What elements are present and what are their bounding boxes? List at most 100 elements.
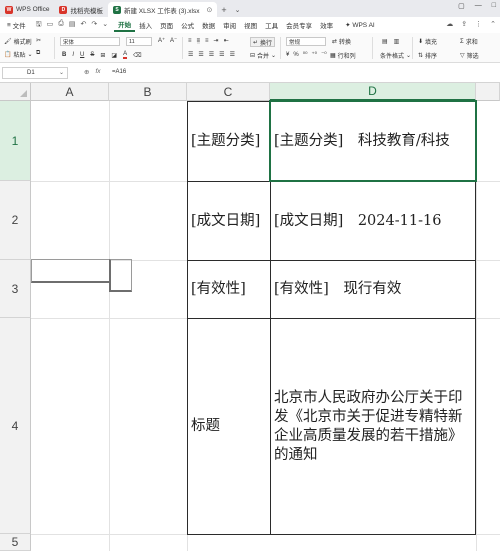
- cell-c2[interactable]: [成文日期]: [187, 181, 271, 261]
- conditional-format-button[interactable]: 条件格式 ⌄: [380, 51, 411, 60]
- chevron-down-icon[interactable]: ⌄: [59, 69, 64, 76]
- restore-icon[interactable]: ▢: [458, 2, 465, 10]
- rows-cols-button[interactable]: ▦ 行和列: [330, 51, 356, 60]
- menu-tools[interactable]: 工具: [261, 18, 282, 32]
- collapse-ribbon-icon[interactable]: ⌃: [490, 20, 496, 28]
- redo-icon[interactable]: ↷: [91, 20, 97, 31]
- increase-decimal-icon[interactable]: ⁺⁰: [312, 51, 318, 58]
- undo-icon[interactable]: ↶: [80, 20, 86, 31]
- indent-icon[interactable]: ⇥: [214, 37, 219, 44]
- align-center-icon[interactable]: ☰: [198, 51, 203, 58]
- filter-button[interactable]: ▽ 筛选: [460, 51, 479, 60]
- menu-formula[interactable]: 公式: [177, 18, 198, 32]
- menu-page[interactable]: 页面: [156, 18, 177, 32]
- menu-view[interactable]: 视图: [240, 18, 261, 32]
- font-name-select[interactable]: 宋体: [60, 37, 120, 46]
- column-header-c[interactable]: C: [187, 83, 270, 101]
- row-header-5[interactable]: 5: [0, 534, 31, 551]
- thousands-icon[interactable]: ⁰⁰: [303, 51, 308, 58]
- align-bottom-icon[interactable]: ≡: [205, 38, 209, 44]
- fx-icon[interactable]: fx: [95, 68, 100, 76]
- menu-insert[interactable]: 插入: [135, 18, 156, 32]
- sort-button[interactable]: ⇅ 排序: [418, 51, 437, 60]
- new-tab-icon[interactable]: +: [217, 2, 230, 17]
- wps-ai-button[interactable]: ✦ WPS AI: [341, 18, 379, 32]
- paste-button[interactable]: 📋 粘贴 ⌄: [4, 50, 33, 59]
- minimize-icon[interactable]: —: [475, 2, 482, 10]
- cut-icon[interactable]: ✂: [36, 37, 41, 44]
- fill-button[interactable]: ⬇ 填充: [418, 37, 437, 46]
- zoom-icon[interactable]: ⊕: [84, 68, 89, 76]
- close-tab-icon[interactable]: ⊙: [206, 6, 212, 14]
- column-header-e[interactable]: [476, 83, 500, 101]
- sum-button[interactable]: Σ 求和: [460, 37, 478, 47]
- font-size-select[interactable]: 11: [126, 37, 152, 46]
- number-format-select[interactable]: 常规: [286, 37, 326, 46]
- align-middle-icon[interactable]: ≡: [196, 37, 201, 44]
- more-icon[interactable]: ⌄: [102, 20, 108, 31]
- cell-d4[interactable]: 北京市人民政府办公厅关于印发《北京市关于促进专精特新企业高质量发展的若干措施》的…: [270, 318, 476, 535]
- cell-a3[interactable]: [31, 259, 110, 283]
- column-header-d[interactable]: D: [270, 83, 476, 101]
- share-icon[interactable]: ⇪: [461, 20, 467, 28]
- column-header-b[interactable]: B: [109, 83, 187, 101]
- maximize-icon[interactable]: □: [492, 2, 496, 10]
- format-painter-button[interactable]: 🖌 格式刷: [4, 37, 32, 46]
- tab-template[interactable]: D 找稻壳模板: [54, 2, 108, 17]
- row-header-1[interactable]: 1: [0, 101, 31, 181]
- tab-wps-office[interactable]: W WPS Office: [0, 2, 54, 17]
- align-top-icon[interactable]: ≡: [188, 38, 192, 44]
- currency-icon[interactable]: ¥: [286, 52, 289, 58]
- decrease-decimal-icon[interactable]: ⁻⁰: [321, 51, 327, 58]
- chevron-down-icon[interactable]: ⌄: [231, 2, 245, 17]
- select-all-corner[interactable]: [0, 83, 31, 101]
- name-box[interactable]: D1 ⌄: [2, 67, 68, 79]
- row-header-2[interactable]: 2: [0, 181, 31, 260]
- menu-member[interactable]: 会员专享: [282, 18, 316, 32]
- menu-file[interactable]: ≡ 文件: [3, 18, 30, 32]
- cell-d2[interactable]: [成文日期] 2024-11-16: [270, 181, 476, 261]
- eraser-icon[interactable]: ⌫: [133, 52, 141, 59]
- cell-b3[interactable]: [109, 259, 132, 292]
- align-right-icon[interactable]: ☰: [209, 51, 214, 58]
- tab-workbook[interactable]: S 新建 XLSX 工作表 (3).xlsx ⊙: [107, 2, 218, 17]
- row-header-3[interactable]: 3: [0, 260, 31, 318]
- cell-c1[interactable]: [主题分类]: [187, 101, 271, 182]
- cloud-icon[interactable]: ☁: [446, 20, 453, 28]
- menu-review[interactable]: 审阅: [219, 18, 240, 32]
- column-header-a[interactable]: A: [31, 83, 109, 101]
- align-left-icon[interactable]: ☰: [188, 51, 193, 58]
- formula-input[interactable]: =A16: [112, 69, 126, 75]
- cell-d3[interactable]: [有效性] 现行有效: [270, 260, 476, 319]
- font-grow-icon[interactable]: A⁺: [158, 37, 165, 44]
- copy-icon[interactable]: ⧉: [36, 50, 40, 57]
- merge-button[interactable]: ⊟ 合并 ⌄: [250, 51, 276, 60]
- distribute-icon[interactable]: ☰: [230, 51, 235, 58]
- menu-efficiency[interactable]: 效率: [316, 18, 337, 32]
- percent-icon[interactable]: %: [293, 52, 298, 58]
- underline-button[interactable]: U: [80, 52, 84, 58]
- cell-style-icon[interactable]: ▥: [394, 38, 400, 45]
- print-icon[interactable]: ⎙: [58, 20, 64, 31]
- wrap-text-button[interactable]: ↵ 换行: [250, 37, 276, 47]
- italic-button[interactable]: I: [72, 52, 74, 58]
- bold-button[interactable]: B: [62, 52, 66, 58]
- outdent-icon[interactable]: ⇤: [224, 37, 229, 44]
- more-options-icon[interactable]: ⋮: [475, 20, 482, 28]
- font-shrink-icon[interactable]: A⁻: [170, 37, 177, 44]
- menu-home[interactable]: 开始: [114, 18, 136, 32]
- strikethrough-button[interactable]: S: [90, 52, 94, 58]
- save-icon[interactable]: 🖫: [36, 20, 42, 31]
- row-header-4[interactable]: 4: [0, 318, 31, 534]
- preview-icon[interactable]: ▤: [69, 20, 76, 31]
- font-color-button[interactable]: A: [123, 51, 128, 59]
- justify-icon[interactable]: ☰: [219, 51, 224, 58]
- fill-color-icon[interactable]: ◪: [111, 52, 117, 59]
- folder-icon[interactable]: ▭: [47, 20, 54, 31]
- convert-button[interactable]: ⇄ 转换: [332, 37, 351, 46]
- menu-data[interactable]: 数据: [198, 18, 219, 32]
- table-style-icon[interactable]: ▤: [382, 38, 388, 45]
- cell-c3[interactable]: [有效性]: [187, 260, 271, 319]
- cell-c4[interactable]: 标题: [187, 318, 271, 535]
- border-icon[interactable]: ⊞: [100, 52, 105, 59]
